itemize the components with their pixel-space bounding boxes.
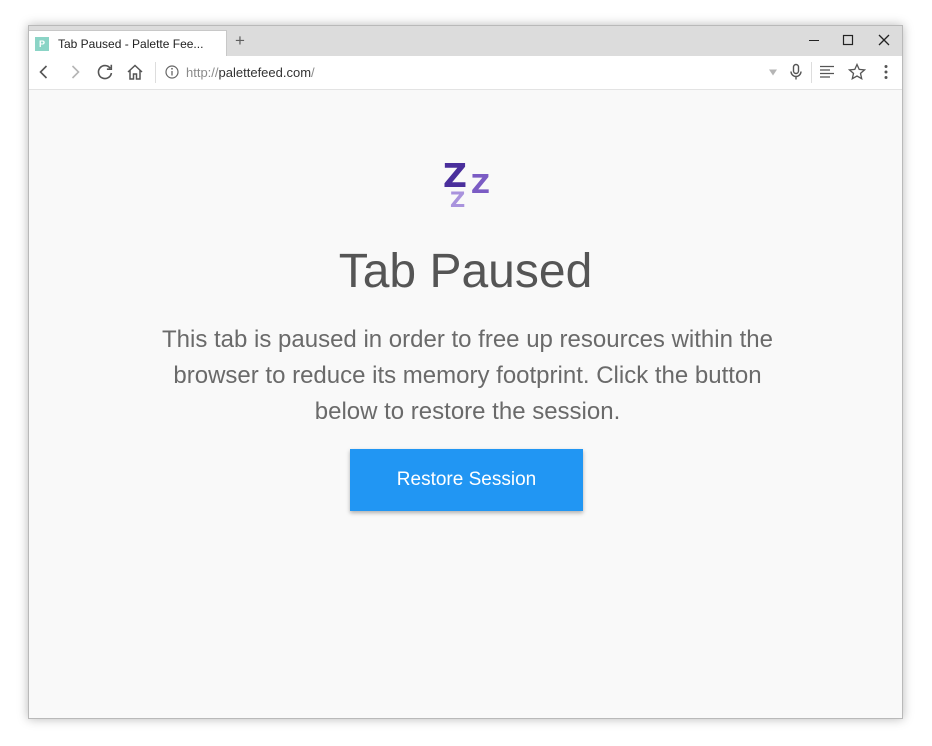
url-path: / bbox=[311, 65, 315, 80]
zzz-letter: Z bbox=[471, 170, 490, 200]
back-arrow-icon bbox=[39, 65, 48, 79]
sleep-zzz-icon: Z Z Z bbox=[437, 158, 497, 218]
maximize-icon bbox=[842, 34, 854, 46]
minimize-button[interactable] bbox=[796, 26, 832, 54]
address-dropdown-button[interactable] bbox=[761, 60, 785, 84]
url-text[interactable]: http://palettefeed.com/ bbox=[186, 65, 315, 80]
home-icon bbox=[127, 64, 143, 80]
dropdown-triangle-icon bbox=[769, 69, 777, 76]
reader-mode-icon bbox=[820, 65, 834, 78]
reader-mode-button[interactable] bbox=[815, 60, 839, 84]
tab-title: Tab Paused - Palette Fee... bbox=[58, 37, 204, 51]
close-window-button[interactable] bbox=[866, 26, 902, 54]
back-button[interactable] bbox=[32, 60, 56, 84]
zzz-letter: Z bbox=[450, 188, 466, 212]
maximize-button[interactable] bbox=[830, 26, 866, 54]
home-button[interactable] bbox=[123, 60, 147, 84]
url-scheme: http:// bbox=[186, 65, 219, 80]
toolbar-separator bbox=[155, 62, 156, 83]
reload-button[interactable] bbox=[93, 60, 117, 84]
bookmark-button[interactable] bbox=[845, 60, 869, 84]
reload-icon bbox=[97, 64, 113, 80]
voice-search-button[interactable] bbox=[784, 60, 808, 84]
close-icon bbox=[878, 34, 890, 46]
toolbar-separator bbox=[811, 62, 812, 83]
info-icon[interactable] bbox=[164, 64, 180, 80]
minimize-icon bbox=[809, 40, 819, 41]
browser-menu-button[interactable] bbox=[874, 60, 898, 84]
page-title: Tab Paused bbox=[338, 245, 593, 298]
forward-arrow-icon bbox=[71, 65, 80, 79]
new-tab-button[interactable]: + bbox=[232, 31, 248, 51]
browser-window: P Tab Paused - Palette Fee... + http://p… bbox=[28, 25, 903, 719]
page-description: This tab is paused in order to free up r… bbox=[162, 326, 773, 425]
kebab-menu-icon bbox=[884, 65, 888, 79]
tab-strip: P Tab Paused - Palette Fee... + bbox=[29, 26, 902, 56]
restore-session-button[interactable]: Restore Session bbox=[350, 449, 583, 511]
page-content: Z Z Z Tab Paused This tab is paused in o… bbox=[29, 90, 902, 718]
tab-favicon-icon: P bbox=[35, 37, 49, 51]
browser-toolbar: http://palettefeed.com/ bbox=[29, 56, 902, 90]
forward-button[interactable] bbox=[63, 60, 87, 84]
microphone-icon bbox=[790, 63, 802, 80]
star-icon bbox=[848, 63, 866, 81]
url-host: palettefeed.com bbox=[218, 65, 312, 80]
browser-tab[interactable]: P Tab Paused - Palette Fee... bbox=[29, 30, 227, 56]
